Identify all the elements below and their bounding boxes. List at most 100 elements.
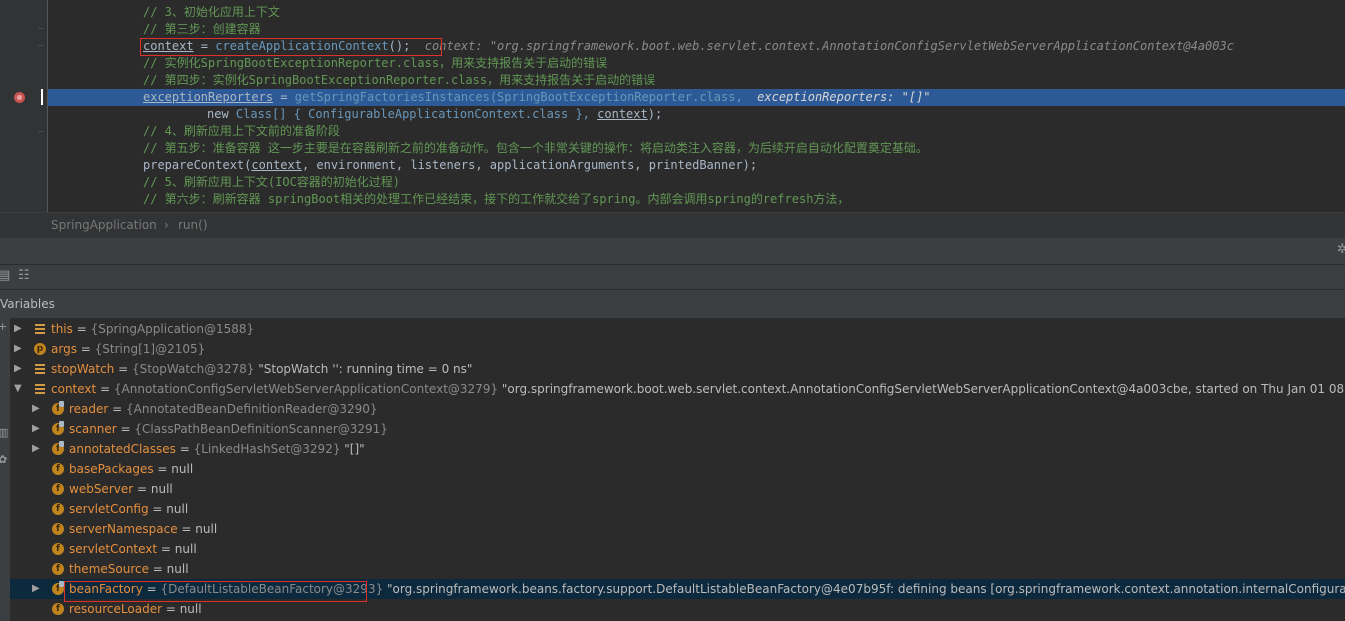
code-variable: context xyxy=(251,158,302,172)
expand-arrow-icon[interactable]: ▶ xyxy=(14,359,26,379)
code-comment: // 第三步：创建容器 xyxy=(143,22,261,36)
code-operator: = xyxy=(273,90,295,104)
variable-row[interactable]: ▶ p args = {String[1]@2105} xyxy=(10,339,1345,359)
variable-row[interactable]: f themeSource = null xyxy=(10,559,1345,579)
variable-row[interactable]: ▶ stopWatch = {StopWatch@3278} "StopWatc… xyxy=(10,359,1345,379)
parameter-icon: p xyxy=(34,343,46,355)
code-statement: new Class[] { ConfigurableApplicationCon… xyxy=(207,106,662,123)
variable-row[interactable]: ▶ this = {SpringApplication@1588} xyxy=(10,319,1345,339)
code-line[interactable]: // 4、刷新应用上下文前的准备阶段 xyxy=(48,123,1345,140)
code-line[interactable]: // 第五步：准备容器 这一步主要是在容器刷新之前的准备动作。包含一个非常关键的… xyxy=(48,140,1345,157)
variable-type: {AnnotationConfigServletWebServerApplica… xyxy=(113,382,499,396)
code-comment: // 第六步：刷新容器 springBoot相关的处理工作已经结束，接下的工作就… xyxy=(143,192,850,206)
expand-arrow-icon[interactable]: ▶ xyxy=(14,339,26,359)
variable-value: null xyxy=(166,502,189,516)
fold-marker xyxy=(38,45,44,46)
inline-debug-value: exceptionReporters: "[]" xyxy=(757,90,931,104)
variable-name: args xyxy=(51,342,77,356)
breakpoint-icon[interactable] xyxy=(14,92,25,103)
variable-row[interactable]: f servletContext = null xyxy=(10,539,1345,559)
settings-icon[interactable]: ✿ xyxy=(0,453,7,466)
breadcrumb-class[interactable]: SpringApplication xyxy=(51,218,157,232)
variable-text: annotatedClasses = {LinkedHashSet@3292} … xyxy=(69,439,365,459)
variable-eq: = xyxy=(133,482,151,496)
variable-eq: = xyxy=(72,322,91,336)
breadcrumb-method[interactable]: run() xyxy=(178,218,208,232)
code-line[interactable]: // 第四步：实例化SpringBootExceptionReporter.cl… xyxy=(48,72,1345,89)
expand-arrow-icon[interactable]: ▶ xyxy=(32,399,44,419)
variable-name: stopWatch xyxy=(51,362,115,376)
editor-gutter[interactable] xyxy=(0,0,48,212)
fold-marker xyxy=(38,131,44,132)
variable-row[interactable]: f basePackages = null xyxy=(10,459,1345,479)
code-line[interactable]: // 第六步：刷新容器 springBoot相关的处理工作已经结束，接下的工作就… xyxy=(48,191,1345,208)
variable-text: webServer = null xyxy=(69,479,173,499)
variable-row[interactable]: f resourceLoader = null xyxy=(10,599,1345,619)
variable-row[interactable]: f webServer = null xyxy=(10,479,1345,499)
variables-tree[interactable]: ▶ this = {SpringApplication@1588} ▶ p ar… xyxy=(10,318,1345,621)
variable-row[interactable]: ▶ f annotatedClasses = {LinkedHashSet@32… xyxy=(10,439,1345,459)
variable-value: null xyxy=(179,602,202,616)
variable-type: {StopWatch@3278} xyxy=(131,362,255,376)
code-line[interactable]: new Class[] { ConfigurableApplicationCon… xyxy=(48,106,1345,123)
variable-name: reader xyxy=(69,402,109,416)
variable-type: {AnnotatedBeanDefinitionReader@3290} xyxy=(126,402,378,416)
variable-row[interactable]: ▼ context = {AnnotationConfigServletWebS… xyxy=(10,379,1345,399)
variable-text: servletConfig = null xyxy=(69,499,188,519)
gear-icon[interactable]: ✲ xyxy=(1337,242,1345,257)
code-line[interactable]: prepareContext(context, environment, lis… xyxy=(48,157,1345,174)
code-line[interactable]: // 3、初始化应用上下文 xyxy=(48,4,1345,21)
frames-toolbar: ▤ ☷ xyxy=(0,265,1345,290)
variable-eq: = xyxy=(175,442,194,456)
variable-text: basePackages = null xyxy=(69,459,193,479)
variable-name: scanner xyxy=(69,422,117,436)
expand-arrow-icon[interactable]: ▶ xyxy=(14,319,26,339)
frames-list-icon[interactable]: ▤ xyxy=(0,268,10,283)
variable-eq: = xyxy=(116,422,135,436)
expand-arrow-icon[interactable]: ▶ xyxy=(32,419,44,439)
variable-text: servletContext = null xyxy=(69,539,197,559)
variable-text: context = {AnnotationConfigServletWebSer… xyxy=(51,379,1345,399)
code-statement: exceptionReporters = getSpringFactoriesI… xyxy=(143,89,931,106)
variable-row[interactable]: ▶ f scanner = {ClassPathBeanDefinitionSc… xyxy=(10,419,1345,439)
code-editor[interactable]: // 3、初始化应用上下文 // 第三步：创建容器 context = crea… xyxy=(0,0,1345,212)
variable-name: basePackages xyxy=(69,462,154,476)
variable-value: null xyxy=(171,462,194,476)
variable-row[interactable]: f servletConfig = null xyxy=(10,499,1345,519)
variable-eq: = xyxy=(96,382,114,396)
variable-text: reader = {AnnotatedBeanDefinitionReader@… xyxy=(69,399,378,419)
highlight-box-context xyxy=(140,38,442,56)
expand-arrow-icon[interactable]: ▶ xyxy=(32,439,44,459)
code-keyword: new xyxy=(207,107,236,121)
variable-value: null xyxy=(150,482,173,496)
field-icon: f xyxy=(52,603,64,615)
variable-row[interactable]: ▶ f reader = {AnnotatedBeanDefinitionRea… xyxy=(10,399,1345,419)
variable-row[interactable]: f serverNamespace = null xyxy=(10,519,1345,539)
variable-value: null xyxy=(195,522,218,536)
variable-eq: = xyxy=(148,562,167,576)
field-icon: f xyxy=(52,483,64,495)
variable-name: annotatedClasses xyxy=(69,442,176,456)
code-line[interactable]: // 5、刷新应用上下文(IOC容器的初始化过程) xyxy=(48,174,1345,191)
copy-icon[interactable]: ▥ xyxy=(0,426,8,439)
code-comment: // 实例化SpringBootExceptionReporter.class，… xyxy=(143,56,608,70)
variable-text: scanner = {ClassPathBeanDefinitionScanne… xyxy=(69,419,388,439)
new-watch-icon[interactable]: + xyxy=(0,320,7,333)
threads-filter-icon[interactable]: ☷ xyxy=(18,268,30,283)
code-line[interactable]: // 第三步：创建容器 xyxy=(48,21,1345,38)
field-icon: f xyxy=(52,543,64,555)
code-line[interactable]: // 实例化SpringBootExceptionReporter.class，… xyxy=(48,55,1345,72)
expand-arrow-icon[interactable]: ▶ xyxy=(32,579,44,599)
variable-eq: = xyxy=(148,502,167,516)
code-method-call: getSpringFactoriesInstances xyxy=(294,90,490,104)
variable-value: "StopWatch '': running time = 0 ns" xyxy=(254,362,473,376)
debug-toolbar: ✲ xyxy=(0,238,1345,265)
variable-icon xyxy=(34,323,46,335)
code-comment: // 4、刷新应用上下文前的准备阶段 xyxy=(143,124,340,138)
collapse-arrow-icon[interactable]: ▼ xyxy=(14,379,26,399)
variable-eq: = xyxy=(162,602,180,616)
variable-name: resourceLoader xyxy=(69,602,163,616)
execution-point-line[interactable]: exceptionReporters = getSpringFactoriesI… xyxy=(48,89,1345,106)
variable-type: {LinkedHashSet@3292} xyxy=(193,442,341,456)
code-variable: exceptionReporters xyxy=(143,90,274,104)
